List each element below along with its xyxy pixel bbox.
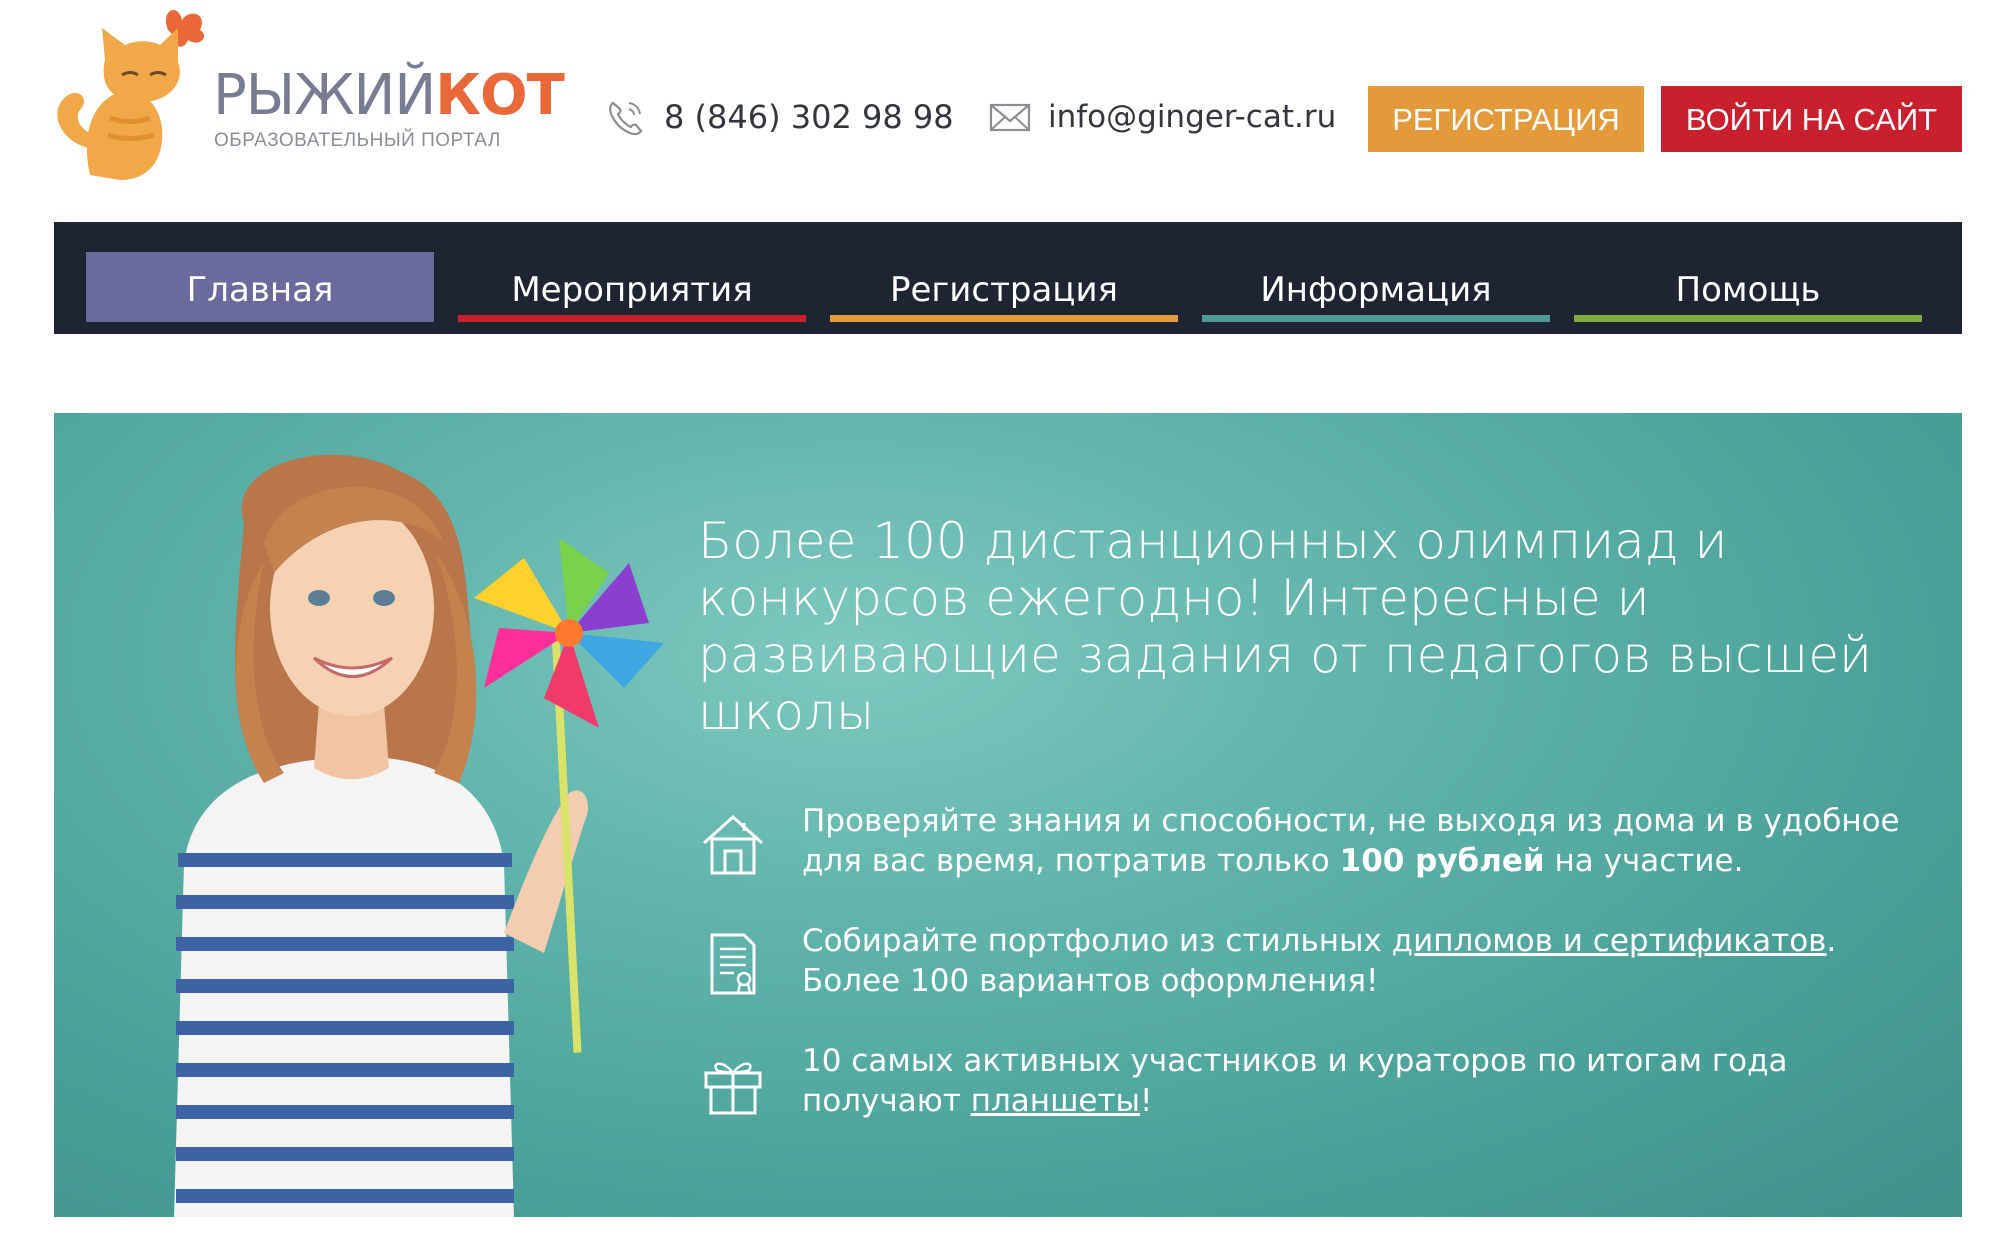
cat-logo-icon xyxy=(57,9,205,180)
nav-item-label: Информация xyxy=(1260,270,1492,310)
email-address[interactable]: info@ginger-cat.ru xyxy=(1048,99,1336,135)
girl-with-pinwheel-image xyxy=(174,454,664,1217)
nav-item-information[interactable]: Информация xyxy=(1202,252,1550,322)
nav-item-registration[interactable]: Регистрация xyxy=(830,252,1178,322)
feature-price-bold: 100 рублей xyxy=(1339,843,1545,879)
nav-item-home[interactable]: Главная xyxy=(86,252,434,322)
diplomas-link[interactable]: дипломов и сертификатов xyxy=(1392,923,1827,959)
nav-item-label: Мероприятия xyxy=(511,270,753,310)
nav-item-label: Главная xyxy=(186,270,334,310)
nav-item-label: Помощь xyxy=(1675,270,1821,310)
feature-text: Собирайте портфолио из стильных дипломов… xyxy=(802,921,1938,1001)
feature-tablets: 10 самых активных участников и кураторов… xyxy=(698,1041,1938,1121)
nav-item-underline xyxy=(1202,315,1550,322)
hero-title: Более 100 дистанционных олимпиад и конку… xyxy=(698,512,1872,741)
nav-item-help[interactable]: Помощь xyxy=(1574,252,1922,322)
feature-portfolio: Собирайте портфолио из стильных дипломов… xyxy=(698,921,1938,1001)
nav-item-underline xyxy=(458,315,806,322)
main-navigation: Главная Мероприятия Регистрация Информац… xyxy=(54,222,1962,334)
site-logo[interactable]: РЫЖИЙКОТ ОБРАЗОВАТЕЛЬНЫЙ ПОРТАЛ xyxy=(50,0,570,185)
tablets-link[interactable]: планшеты xyxy=(971,1083,1140,1119)
phone-contact: 8 (846) 302 98 98 xyxy=(604,95,954,139)
document-icon xyxy=(710,933,756,995)
nav-item-underline xyxy=(86,315,434,322)
nav-item-underline xyxy=(1574,315,1922,322)
gift-icon xyxy=(704,1062,762,1115)
email-contact: info@ginger-cat.ru xyxy=(988,95,1336,139)
house-icon xyxy=(702,814,764,875)
feature-price: Проверяйте знания и способности, не выхо… xyxy=(698,801,1938,881)
nav-item-label: Регистрация xyxy=(890,270,1118,310)
feature-text-before: 10 самых активных участников и кураторов… xyxy=(802,1043,1788,1119)
phone-number[interactable]: 8 (846) 302 98 98 xyxy=(664,98,954,136)
site-header: РЫЖИЙКОТ ОБРАЗОВАТЕЛЬНЫЙ ПОРТАЛ 8 (846) … xyxy=(0,0,1994,220)
nav-item-underline xyxy=(830,315,1178,322)
phone-icon xyxy=(609,101,643,136)
logo-title: РЫЖИЙКОТ xyxy=(213,68,565,124)
login-button[interactable]: ВОЙТИ НА САЙТ xyxy=(1661,86,1962,152)
feature-text-after: на участие. xyxy=(1544,843,1744,879)
envelope-icon xyxy=(989,103,1031,132)
feature-text: 10 самых активных участников и кураторов… xyxy=(802,1041,1938,1121)
nav-item-events[interactable]: Мероприятия xyxy=(458,252,806,322)
logo-title-part2: КОТ xyxy=(435,63,565,128)
register-button[interactable]: РЕГИСТРАЦИЯ xyxy=(1368,86,1644,152)
feature-text-after: ! xyxy=(1140,1083,1153,1119)
logo-title-part1: РЫЖИЙ xyxy=(213,63,436,128)
hero-banner: Более 100 дистанционных олимпиад и конку… xyxy=(54,413,1962,1217)
feature-text-before: Собирайте портфолио из стильных xyxy=(802,923,1392,959)
feature-text: Проверяйте знания и способности, не выхо… xyxy=(802,801,1938,881)
logo-subtitle: ОБРАЗОВАТЕЛЬНЫЙ ПОРТАЛ xyxy=(214,130,501,151)
